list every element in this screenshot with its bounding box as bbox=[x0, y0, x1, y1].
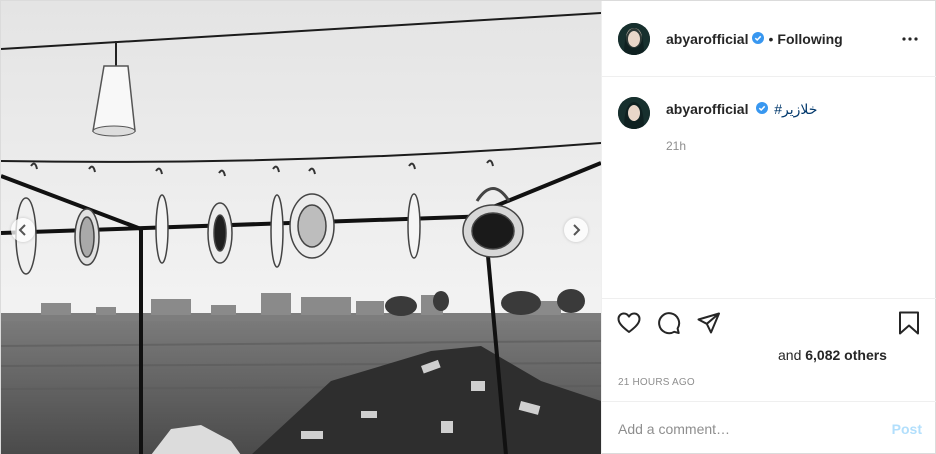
comment-form: Post bbox=[602, 401, 936, 454]
prev-photo-button[interactable] bbox=[11, 218, 35, 242]
heart-icon bbox=[617, 312, 641, 333]
share-icon bbox=[697, 312, 720, 334]
chevron-left-icon bbox=[18, 224, 26, 236]
post-caption: abyarofficial خلازیر# 21h bbox=[618, 97, 922, 153]
post-details-panel: abyarofficial • Following abyarofficial … bbox=[601, 1, 936, 454]
likes-others[interactable]: 6,082 others bbox=[805, 347, 887, 363]
caption-username[interactable]: abyarofficial bbox=[666, 101, 748, 117]
likes-prefix: and bbox=[778, 347, 802, 363]
bookmark-icon bbox=[899, 311, 919, 335]
save-button[interactable] bbox=[896, 310, 922, 336]
author-username[interactable]: abyarofficial bbox=[666, 31, 748, 47]
post-comment-button[interactable]: Post bbox=[892, 421, 922, 437]
comment-input[interactable] bbox=[618, 420, 892, 437]
post-photo[interactable] bbox=[1, 1, 601, 454]
comment-icon bbox=[658, 312, 681, 335]
verified-badge-icon bbox=[756, 101, 769, 117]
post-actions bbox=[602, 301, 936, 345]
chevron-right-icon bbox=[573, 224, 581, 236]
share-button[interactable] bbox=[696, 310, 722, 336]
more-options-icon bbox=[902, 37, 918, 41]
separator-dot: • bbox=[768, 30, 774, 47]
comment-button[interactable] bbox=[656, 310, 682, 336]
actions-divider bbox=[602, 298, 936, 299]
author-meta: abyarofficial • Following bbox=[666, 31, 843, 47]
post-header: abyarofficial • Following bbox=[602, 1, 936, 77]
likes-count[interactable]: and 6,082 others bbox=[778, 347, 887, 363]
caption-hashtag-link[interactable]: خلازیر# bbox=[774, 101, 817, 117]
more-options-button[interactable] bbox=[898, 29, 922, 49]
following-button[interactable]: Following bbox=[777, 31, 842, 47]
post-timestamp[interactable]: 21 HOURS AGO bbox=[618, 377, 695, 388]
next-photo-button[interactable] bbox=[564, 218, 588, 242]
like-button[interactable] bbox=[616, 310, 642, 336]
avatar-image bbox=[618, 22, 650, 55]
caption-avatar[interactable] bbox=[618, 97, 650, 129]
author-avatar[interactable] bbox=[618, 22, 650, 55]
photo-image bbox=[1, 1, 601, 454]
instagram-post: abyarofficial • Following abyarofficial … bbox=[0, 0, 936, 454]
verified-badge-icon bbox=[752, 31, 765, 47]
caption-time[interactable]: 21h bbox=[666, 139, 922, 153]
avatar-image bbox=[618, 97, 650, 129]
caption-text: abyarofficial خلازیر# bbox=[666, 97, 817, 118]
